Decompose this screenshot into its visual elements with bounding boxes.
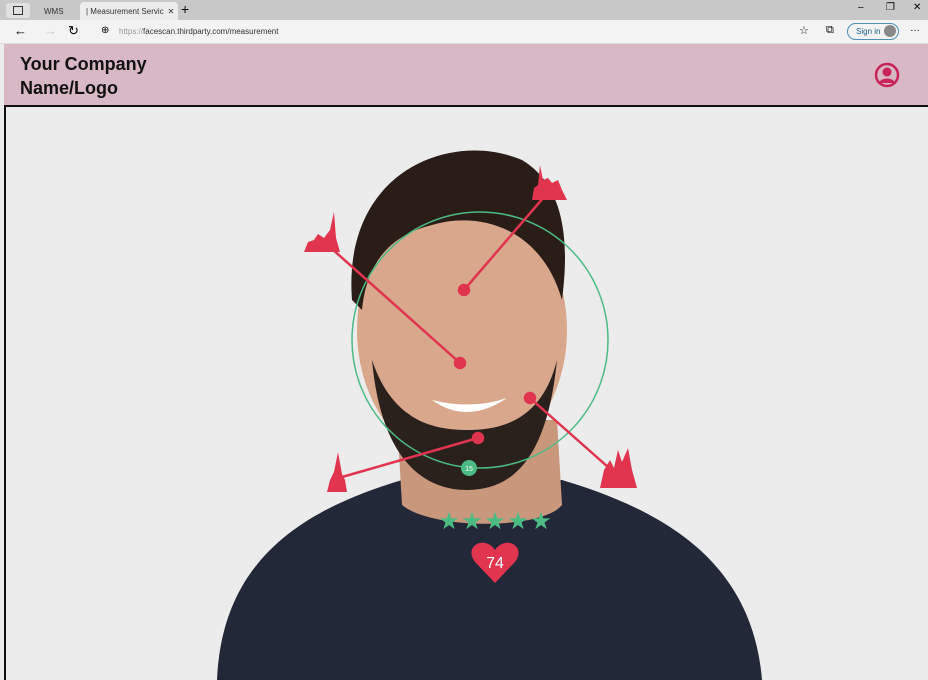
sign-in-button[interactable]: Sign in [847,23,899,40]
back-icon[interactable]: ← [14,23,27,38]
user-profile-icon[interactable] [874,62,900,88]
measurement-view: 15 ★ ★ ★ ★ ★ 74 [4,107,928,680]
app-header: Your Company Name/Logo [4,44,928,107]
subject-photo [217,150,762,680]
star-icon: ★ [484,507,506,535]
star-icon: ★ [507,507,529,535]
globe-icon: ⊕ [101,25,110,36]
company-logo: Your Company Name/Logo [20,54,147,98]
address-bar: ← → ↻ ⊕ https://facescan.thirdparty.com/… [0,20,928,44]
rating-stars: ★ ★ ★ ★ ★ [438,507,552,535]
tab-wms[interactable]: WMS [44,2,64,20]
url-field[interactable]: https://facescan.thirdparty.com/measurem… [119,27,278,36]
restore-button[interactable]: ❐ [886,2,895,13]
refresh-icon[interactable]: ↻ [68,23,79,39]
avatar [884,25,896,37]
forward-icon[interactable]: → [44,23,57,38]
favorites-icon[interactable]: ☆ [799,24,809,37]
close-tab-icon[interactable]: ✕ [168,7,175,16]
star-icon: ★ [530,507,552,535]
collections-icon[interactable]: ⧉ [826,24,834,37]
tab-measurement[interactable]: | Measurement Servic ✕ [80,2,178,20]
star-icon: ★ [461,507,483,535]
tab-label: WMS [44,6,64,16]
tab-bar: WMS | Measurement Servic ✕ + – ❐ ✕ [0,0,928,20]
tab-label: | Measurement Servic [86,6,164,16]
circle-badge-label: 15 [465,466,473,473]
close-window-button[interactable]: ✕ [913,2,921,13]
new-tab-button[interactable]: + [181,1,189,17]
more-icon[interactable]: … [910,23,920,34]
heart-score: 74 [486,555,504,572]
star-icon: ★ [438,507,460,535]
sidebar-toggle-icon[interactable] [6,3,30,18]
minimize-button[interactable]: – [858,2,864,13]
